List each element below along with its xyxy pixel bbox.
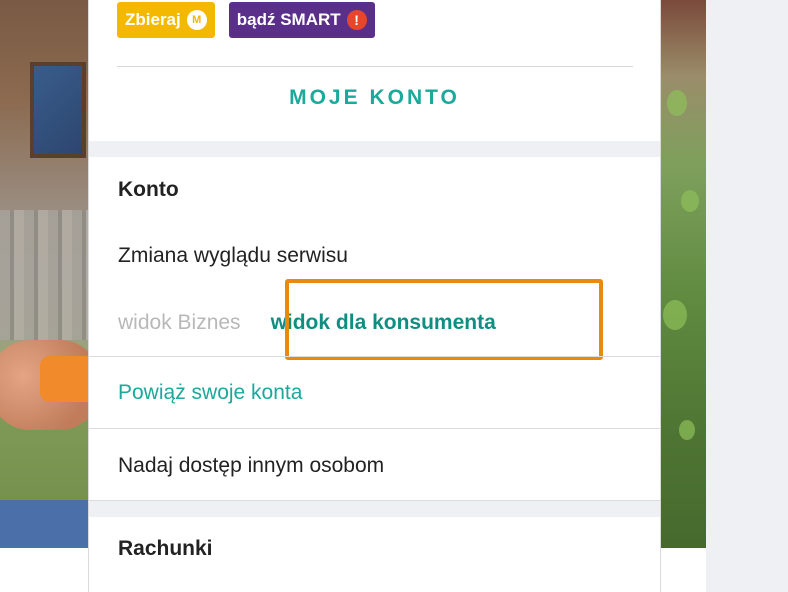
- badz-smart-badge[interactable]: bądź SMART !: [228, 2, 375, 38]
- zbieraj-label: Zbieraj: [125, 10, 181, 29]
- background-photo-right: [661, 0, 706, 548]
- foliage-image: [679, 420, 695, 440]
- exclamation-shield-icon: !: [346, 10, 367, 30]
- view-mode-switch: widok Biznes widok dla konsumenta: [118, 311, 496, 335]
- foliage-image: [663, 300, 687, 330]
- my-account-title[interactable]: MOJE KONTO: [89, 86, 660, 110]
- section-separator: [89, 501, 660, 517]
- house-window-image: [30, 62, 86, 158]
- business-view-option[interactable]: widok Biznes: [118, 311, 241, 335]
- page: Zbieraj M bądź SMART ! MOJE KONTO Konto …: [0, 0, 788, 592]
- promo-badges: Zbieraj M bądź SMART !: [117, 2, 375, 38]
- consumer-view-option[interactable]: widok dla konsumenta: [271, 311, 496, 335]
- m-coin-icon: M: [186, 10, 207, 30]
- stone-wall-image: [0, 210, 88, 340]
- appearance-change-label: Zmiana wyglądu serwisu: [118, 244, 348, 267]
- orange-shirt-image: [40, 356, 88, 402]
- background-photo-left: [0, 0, 88, 548]
- grant-access-link[interactable]: Nadaj dostęp innym osobom: [118, 454, 384, 478]
- foliage-image: [667, 90, 687, 116]
- zbieraj-badge[interactable]: Zbieraj M: [117, 2, 215, 38]
- foliage-image: [681, 190, 699, 212]
- divider: [89, 356, 660, 357]
- smart-label: bądź SMART: [236, 10, 341, 29]
- divider: [117, 66, 633, 67]
- rachunki-section-heading: Rachunki: [118, 537, 213, 560]
- divider: [89, 428, 660, 429]
- jeans-image: [0, 500, 88, 548]
- section-separator: [89, 141, 660, 157]
- konto-section-heading: Konto: [118, 178, 179, 201]
- link-accounts-link[interactable]: Powiąż swoje konta: [118, 381, 302, 405]
- account-menu-panel: Zbieraj M bądź SMART ! MOJE KONTO Konto …: [88, 0, 661, 592]
- side-panel: [706, 0, 788, 592]
